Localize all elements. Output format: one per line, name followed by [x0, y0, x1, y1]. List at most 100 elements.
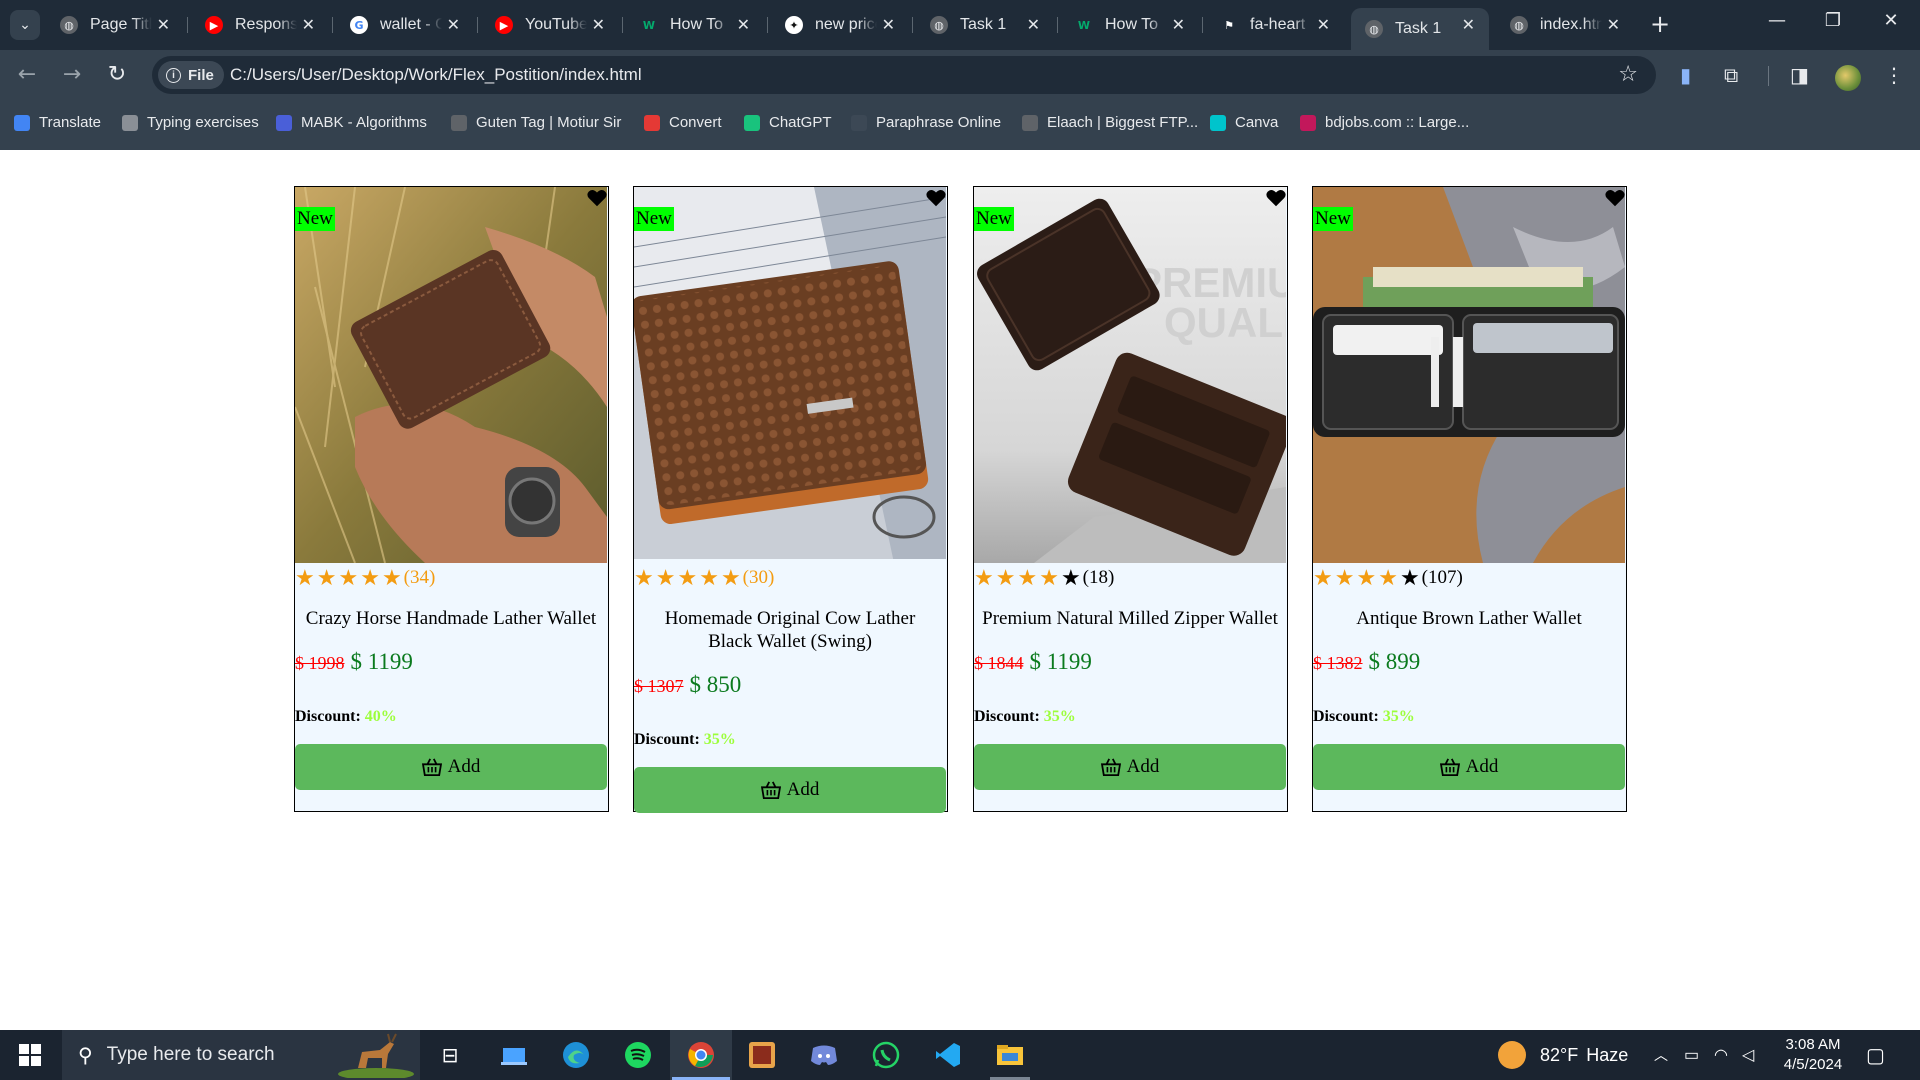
window-close-icon[interactable]: ✕ [1876, 10, 1906, 31]
site-info-chip[interactable]: i File [158, 61, 224, 89]
weather-widget[interactable]: 82°F Haze [1498, 1030, 1628, 1080]
tab-title: wallet - Google [380, 16, 442, 33]
basket-icon [1439, 758, 1460, 776]
tab-search-chevron-icon[interactable]: ⌄ [10, 10, 40, 40]
add-to-cart-button[interactable]: Add [1313, 744, 1625, 790]
discord-icon[interactable] [804, 1030, 844, 1080]
add-to-cart-button[interactable]: Add [974, 744, 1286, 790]
tab-close-icon[interactable]: ✕ [1462, 15, 1475, 34]
tab-separator [1202, 17, 1203, 33]
reload-icon[interactable]: ↻ [104, 62, 130, 87]
tab-title: index.html [1540, 16, 1602, 33]
clock-date: 4/5/2024 [1783, 1056, 1843, 1073]
browser-tab[interactable]: ◍ Page Title ✕ [46, 8, 184, 42]
heart-icon[interactable] [925, 187, 947, 209]
heart-icon[interactable] [1604, 187, 1626, 209]
tab-close-icon[interactable]: ✕ [1317, 15, 1330, 34]
weather-text: Haze [1586, 1044, 1629, 1065]
menu-kebab-icon[interactable]: ⋮ [1884, 63, 1904, 87]
bookmark-item[interactable]: Elaach | Biggest FTP... [1022, 114, 1198, 131]
task-view-icon[interactable]: ⊟ [430, 1030, 470, 1080]
bookmark-item[interactable]: Typing exercises [122, 114, 259, 131]
edge-icon[interactable] [556, 1030, 596, 1080]
globe-icon [1022, 114, 1038, 131]
minimize-icon[interactable]: — [1762, 10, 1792, 31]
back-arrow-icon[interactable]: ← [14, 62, 40, 87]
bookmark-item[interactable]: Convert [644, 114, 722, 131]
star-icon: ★ [974, 565, 994, 590]
bookmark-item[interactable]: MABK - Algorithms [276, 114, 427, 131]
bookmark-item[interactable]: Canva [1210, 114, 1278, 131]
heart-icon[interactable] [1265, 187, 1287, 209]
battery-icon[interactable]: ▭ [1684, 1030, 1699, 1080]
tab-close-icon[interactable]: ✕ [882, 15, 895, 34]
add-to-cart-button[interactable]: Add [634, 767, 946, 813]
browser-tab[interactable]: ◍ Task 1 ✕ [1351, 8, 1489, 50]
w3schools-icon: W [1077, 18, 1091, 32]
star-rating: ★ ★ ★ ★ ★ (34) [295, 565, 435, 591]
discount-label: Discount: [634, 731, 700, 748]
chrome-icon[interactable] [670, 1030, 732, 1080]
url-text[interactable]: C:/Users/User/Desktop/Work/Flex_Postitio… [230, 65, 642, 85]
address-bar[interactable]: i File C:/Users/User/Desktop/Work/Flex_P… [152, 56, 1656, 94]
forward-arrow-icon[interactable]: → [59, 62, 85, 87]
bookmark-item[interactable]: ChatGPT [744, 114, 832, 131]
browser-tab[interactable]: ⚑ fa-heart ✕ [1206, 8, 1344, 42]
discount-row: Discount: 35% [1313, 708, 1415, 726]
restore-icon[interactable]: ❐ [1818, 10, 1848, 31]
add-button-label: Add [1126, 756, 1160, 777]
browser-tab[interactable]: W How To ✕ [626, 8, 764, 42]
browser-tab[interactable]: ✦ new price ✕ [771, 8, 909, 42]
app-icon[interactable] [742, 1030, 782, 1080]
old-price: $ 1844 [974, 653, 1024, 673]
heart-icon[interactable] [586, 187, 608, 209]
taskbar-search-box[interactable]: ⚲ Type here to search [62, 1030, 420, 1080]
wifi-icon[interactable]: ◠ [1714, 1030, 1728, 1080]
tray-chevron-up-icon[interactable]: ︿ [1654, 1030, 1668, 1080]
globe-icon: ◍ [930, 16, 948, 34]
add-to-cart-button[interactable]: Add [295, 744, 607, 790]
tab-close-icon[interactable]: ✕ [592, 15, 605, 34]
vscode-icon[interactable] [928, 1030, 968, 1080]
browser-tab[interactable]: ◍ index.html ✕ [1496, 8, 1634, 42]
tab-close-icon[interactable]: ✕ [1027, 15, 1040, 34]
whatsapp-icon[interactable] [866, 1030, 906, 1080]
browser-tab[interactable]: ▶ YouTube ✕ [481, 8, 619, 42]
volume-icon[interactable]: ◁ [1742, 1030, 1754, 1080]
tab-close-icon[interactable]: ✕ [447, 15, 460, 34]
browser-tab[interactable]: ◍ Task 1 ✕ [916, 8, 1054, 42]
new-tab-plus-icon[interactable]: + [1650, 12, 1670, 36]
spotify-icon[interactable] [618, 1030, 658, 1080]
bookmark-item[interactable]: bdjobs.com :: Large... [1300, 114, 1469, 131]
add-button-label: Add [786, 779, 820, 800]
price-row: $ 1382 $ 899 [1313, 649, 1420, 675]
file-manager-icon[interactable] [494, 1030, 534, 1080]
tab-separator [332, 17, 333, 33]
tab-title: Task 1 [960, 16, 1007, 33]
star-icon: ★ [1399, 565, 1420, 590]
browser-tab[interactable]: W How To ✕ [1061, 8, 1199, 42]
extensions-puzzle-icon[interactable]: ⧉ [1724, 63, 1738, 87]
toolbar-divider [1768, 66, 1769, 86]
star-icon: ★ [1356, 565, 1377, 590]
tab-close-icon[interactable]: ✕ [1607, 15, 1620, 34]
side-panel-icon[interactable]: ◨ [1790, 63, 1809, 87]
bookmark-item[interactable]: Translate [14, 114, 101, 131]
tab-close-icon[interactable]: ✕ [1172, 15, 1185, 34]
bookmark-item[interactable]: Paraphrase Online [851, 114, 1001, 131]
bookmark-star-icon[interactable]: ☆ [1618, 62, 1638, 87]
basket-icon [760, 781, 781, 799]
tab-strip: ⌄ ◍Page Title✕▶Responsive✕Gwallet - Goog… [0, 0, 1920, 50]
windows-start-icon[interactable] [0, 1030, 60, 1080]
tab-close-icon[interactable]: ✕ [737, 15, 750, 34]
tab-close-icon[interactable]: ✕ [302, 15, 315, 34]
browser-tab[interactable]: Gwallet - Google ✕ [336, 8, 474, 42]
profile-avatar[interactable] [1835, 65, 1861, 91]
extension-doc-icon[interactable]: ▮ [1680, 63, 1691, 87]
clock[interactable]: 3:08 AM 4/5/2024 [1772, 1030, 1854, 1080]
browser-tab[interactable]: ▶ Responsive ✕ [191, 8, 329, 42]
tab-close-icon[interactable]: ✕ [157, 15, 170, 34]
file-explorer-icon[interactable] [990, 1030, 1030, 1080]
bookmark-item[interactable]: Guten Tag | Motiur Sir [451, 114, 621, 131]
notification-icon[interactable]: ▢ [1866, 1030, 1885, 1080]
